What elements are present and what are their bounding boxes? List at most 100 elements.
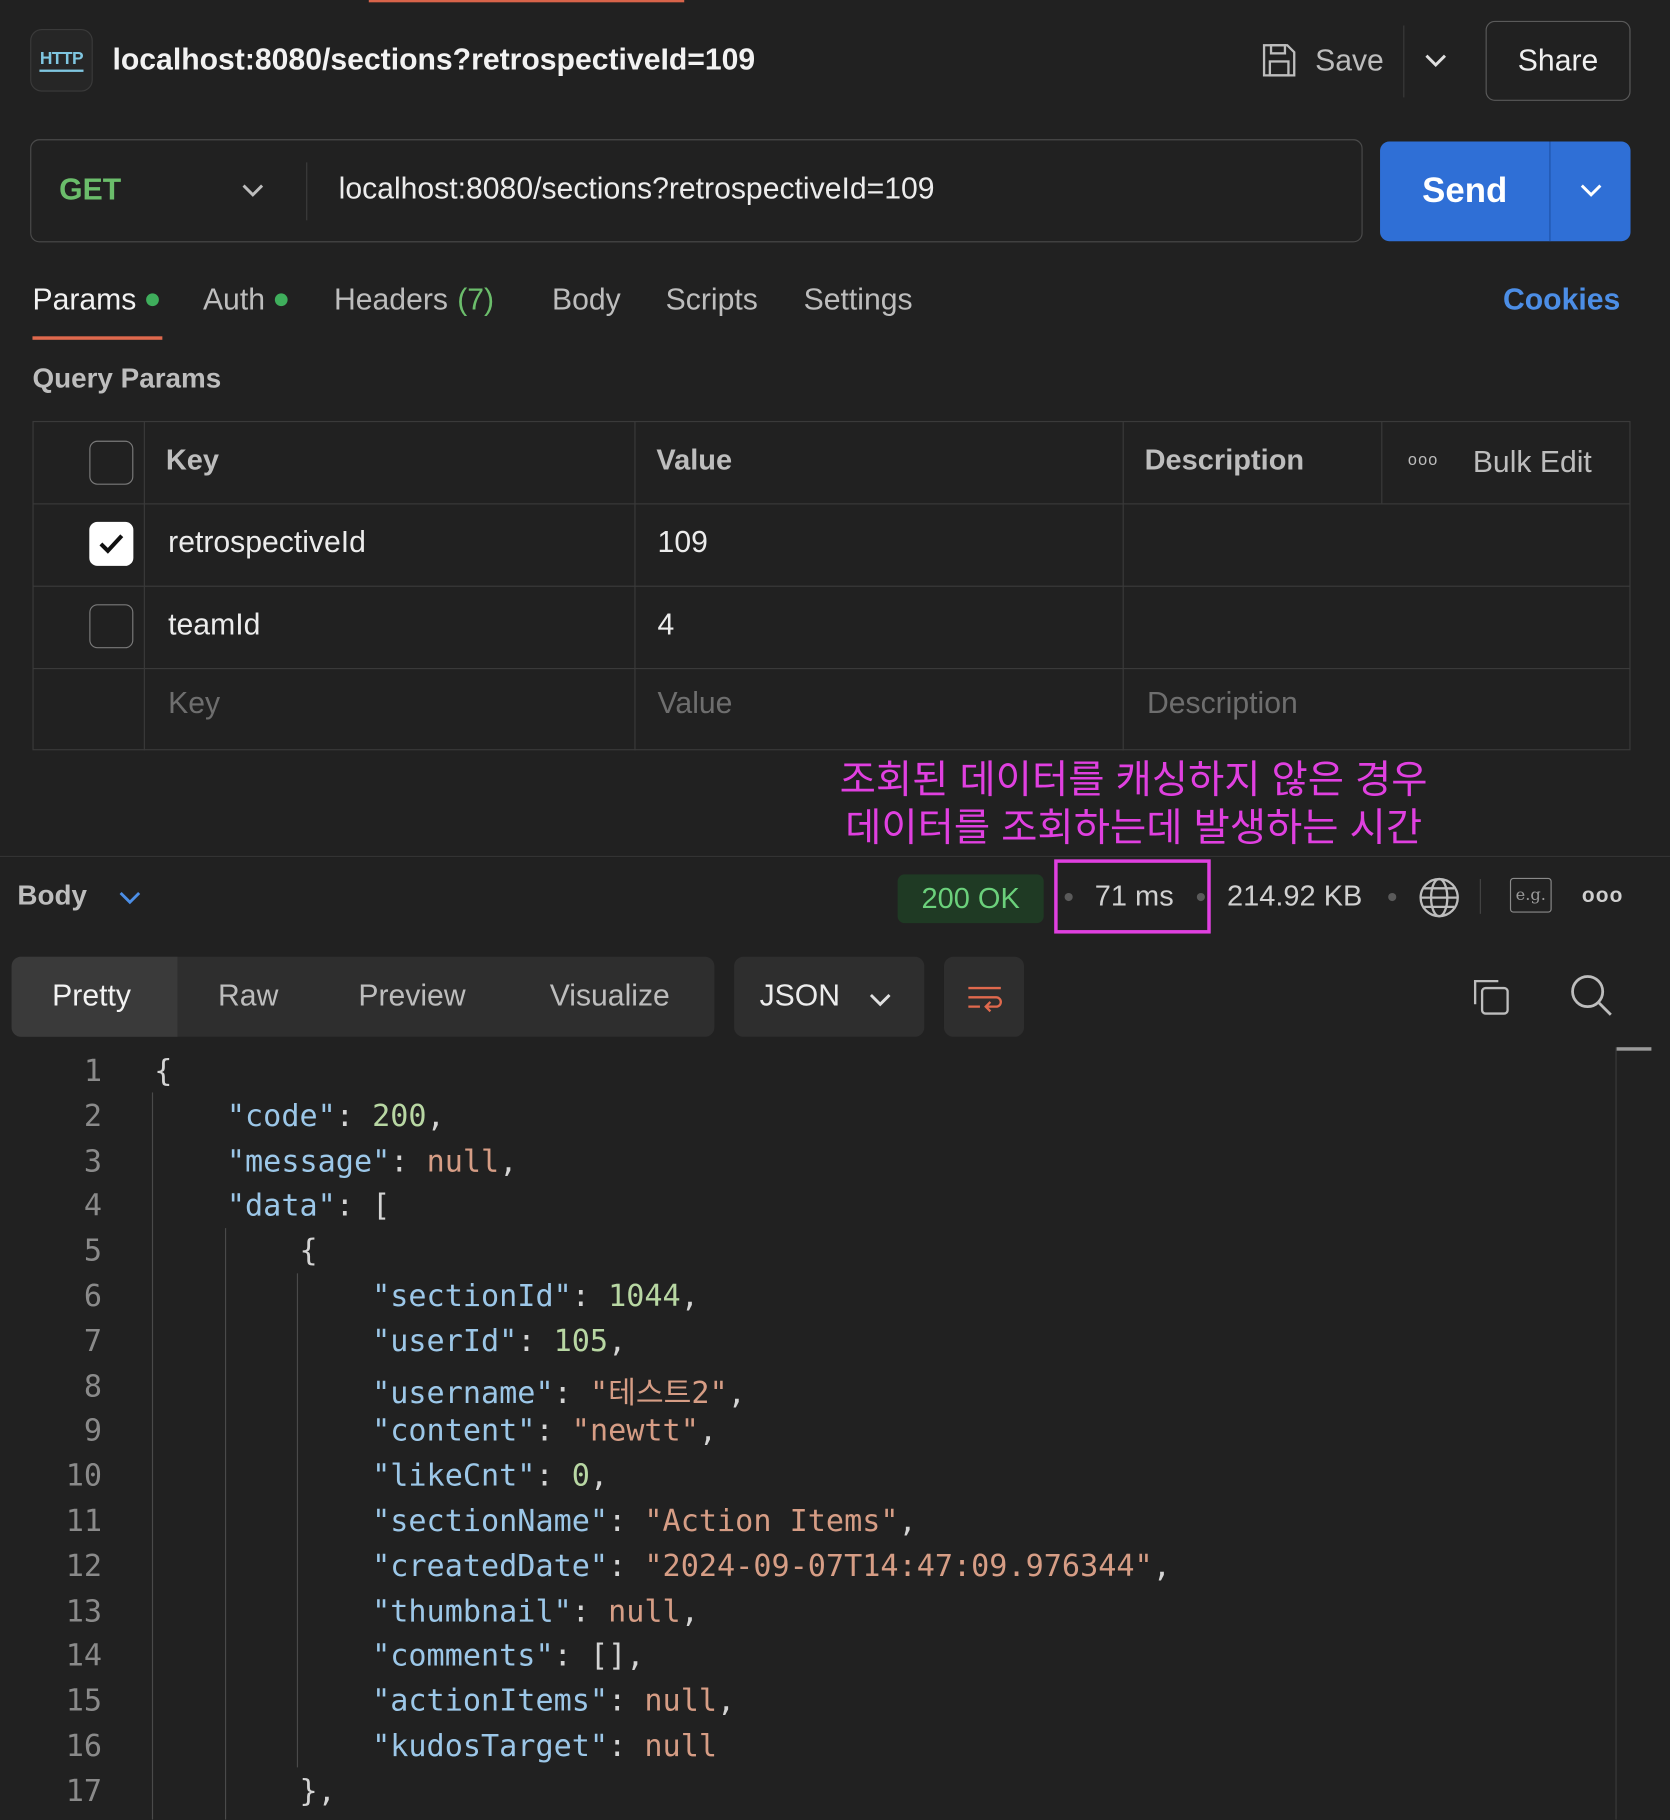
separator-dot xyxy=(1388,892,1397,902)
line-number: 8 xyxy=(83,1369,103,1404)
bulk-edit-button[interactable]: Bulk Edit xyxy=(1473,444,1592,480)
json-key: "kudosTarget" xyxy=(372,1729,609,1764)
line-number: 1 xyxy=(83,1054,103,1089)
new-param-value-input[interactable]: Value xyxy=(658,685,733,721)
annotation-line-2: 데이터를 조회하는데 발생하는 시간 xyxy=(845,805,1423,851)
active-tab-accent xyxy=(368,0,685,3)
wrap-lines-button[interactable] xyxy=(943,956,1025,1037)
share-button[interactable]: Share xyxy=(1485,20,1631,101)
param-key[interactable]: teamId xyxy=(168,607,260,643)
json-key: "sectionName" xyxy=(372,1504,609,1539)
param-checkbox-checked[interactable] xyxy=(89,521,134,566)
view-tab-pretty[interactable]: Pretty xyxy=(52,978,131,1014)
cookies-link[interactable]: Cookies xyxy=(1503,282,1620,318)
line-content: "username": "테스트2", xyxy=(372,1376,746,1411)
json-value: "newtt" xyxy=(571,1414,699,1449)
tab-params[interactable]: Params xyxy=(32,282,159,318)
param-value[interactable]: 109 xyxy=(658,524,708,560)
json-punct: [ xyxy=(372,1189,391,1224)
new-param-key-input[interactable]: Key xyxy=(168,685,220,721)
json-key: "actionItems" xyxy=(372,1684,609,1719)
param-key[interactable]: retrospectiveId xyxy=(168,524,366,560)
json-key: "code" xyxy=(226,1099,336,1134)
view-tab-preview[interactable]: Preview xyxy=(358,978,465,1014)
more-options-icon[interactable]: ooo xyxy=(1408,450,1439,469)
method-select[interactable]: GET xyxy=(59,172,121,208)
json-key: "username" xyxy=(372,1376,554,1411)
chevron-down-icon[interactable] xyxy=(237,174,269,206)
line-number: 14 xyxy=(65,1639,103,1674)
url-input[interactable]: localhost:8080/sections?retrospectiveId=… xyxy=(339,170,935,206)
line-number: 7 xyxy=(83,1324,103,1359)
json-punct: }, xyxy=(299,1774,336,1809)
annotation-text: 조회된 데이터를 캐싱하지 않은 경우 데이터를 조회하는데 발생하는 시간 xyxy=(818,757,1450,852)
table-divider xyxy=(143,420,145,751)
response-time[interactable]: 71 ms xyxy=(1095,880,1174,914)
scrollbar-track[interactable] xyxy=(1615,1047,1617,1820)
globe-icon[interactable] xyxy=(1417,876,1461,920)
tab-auth-label: Auth xyxy=(202,281,265,317)
code-line: 7 "userId": 105, xyxy=(0,1317,1612,1362)
tab-body[interactable]: Body xyxy=(552,282,621,318)
code-line: 15 "actionItems": null, xyxy=(0,1677,1612,1722)
chevron-down-icon[interactable] xyxy=(114,881,146,913)
auth-indicator-dot xyxy=(274,293,288,307)
param-value[interactable]: 4 xyxy=(658,607,675,643)
annotation-line-1: 조회된 데이터를 캐싱하지 않은 경우 xyxy=(839,758,1428,803)
scrollbar-thumb[interactable] xyxy=(1616,1047,1652,1051)
param-checkbox[interactable] xyxy=(89,604,134,649)
code-line: 16 "kudosTarget": null xyxy=(0,1722,1612,1767)
json-key: "content" xyxy=(372,1414,536,1449)
line-number: 15 xyxy=(65,1684,103,1719)
search-icon[interactable] xyxy=(1568,972,1614,1018)
tab-scripts[interactable]: Scripts xyxy=(666,282,758,318)
save-example-icon[interactable]: e.g. xyxy=(1509,877,1552,913)
toolbar-divider xyxy=(1479,879,1481,914)
line-content: "sectionName": "Action Items", xyxy=(372,1504,917,1539)
chevron-down-icon[interactable] xyxy=(1575,174,1607,206)
save-button[interactable]: Save xyxy=(1259,32,1384,88)
tab-headers[interactable]: Headers (7) xyxy=(334,282,494,318)
more-options-icon[interactable]: ooo xyxy=(1582,884,1624,908)
line-content: { xyxy=(154,1054,172,1089)
params-indicator-dot xyxy=(145,293,159,307)
line-content: "message": null, xyxy=(226,1144,518,1179)
line-content: { xyxy=(154,1234,317,1269)
status-badge[interactable]: 200 OK xyxy=(897,874,1044,924)
json-punct: { xyxy=(154,1054,173,1089)
code-line: 2 "code": 200, xyxy=(0,1092,1612,1137)
table-divider xyxy=(1381,420,1383,504)
separator-dot xyxy=(1196,892,1205,902)
active-tab-underline xyxy=(32,336,163,340)
line-number: 2 xyxy=(83,1099,103,1134)
code-line: 8 "username": "테스트2", xyxy=(0,1362,1612,1411)
response-code-view[interactable]: 1{ 2 "code": 200, 3 "message": null, 4 "… xyxy=(0,1047,1612,1812)
save-icon xyxy=(1262,44,1296,77)
json-value: "Action Items" xyxy=(644,1504,899,1539)
json-value: 0 xyxy=(571,1459,590,1494)
request-title[interactable]: localhost:8080/sections?retrospectiveId=… xyxy=(112,42,755,78)
line-number: 9 xyxy=(83,1414,103,1449)
code-line: 10 "likeCnt": 0, xyxy=(0,1452,1612,1497)
new-param-description-input[interactable]: Description xyxy=(1147,685,1298,721)
view-tab-visualize[interactable]: Visualize xyxy=(550,978,670,1014)
table-divider xyxy=(634,420,636,751)
tab-settings[interactable]: Settings xyxy=(804,282,913,318)
response-body-label[interactable]: Body xyxy=(17,880,87,912)
save-divider xyxy=(1403,25,1405,98)
view-tab-raw[interactable]: Raw xyxy=(218,978,278,1014)
line-number: 5 xyxy=(83,1234,103,1269)
select-all-checkbox[interactable] xyxy=(89,440,134,485)
line-number: 17 xyxy=(65,1774,103,1809)
line-content: "comments": [], xyxy=(372,1639,645,1674)
send-button[interactable]: Send xyxy=(1380,141,1549,241)
table-divider xyxy=(32,667,1631,670)
response-size[interactable]: 214.92 KB xyxy=(1227,880,1362,914)
json-value: null xyxy=(644,1729,718,1764)
copy-icon[interactable] xyxy=(1468,974,1512,1018)
chevron-down-icon[interactable] xyxy=(864,983,896,1015)
chevron-down-icon[interactable] xyxy=(1419,44,1451,76)
json-key: "likeCnt" xyxy=(372,1459,536,1494)
tab-auth[interactable]: Auth xyxy=(202,281,288,318)
wrap-lines-icon xyxy=(967,986,1002,1012)
